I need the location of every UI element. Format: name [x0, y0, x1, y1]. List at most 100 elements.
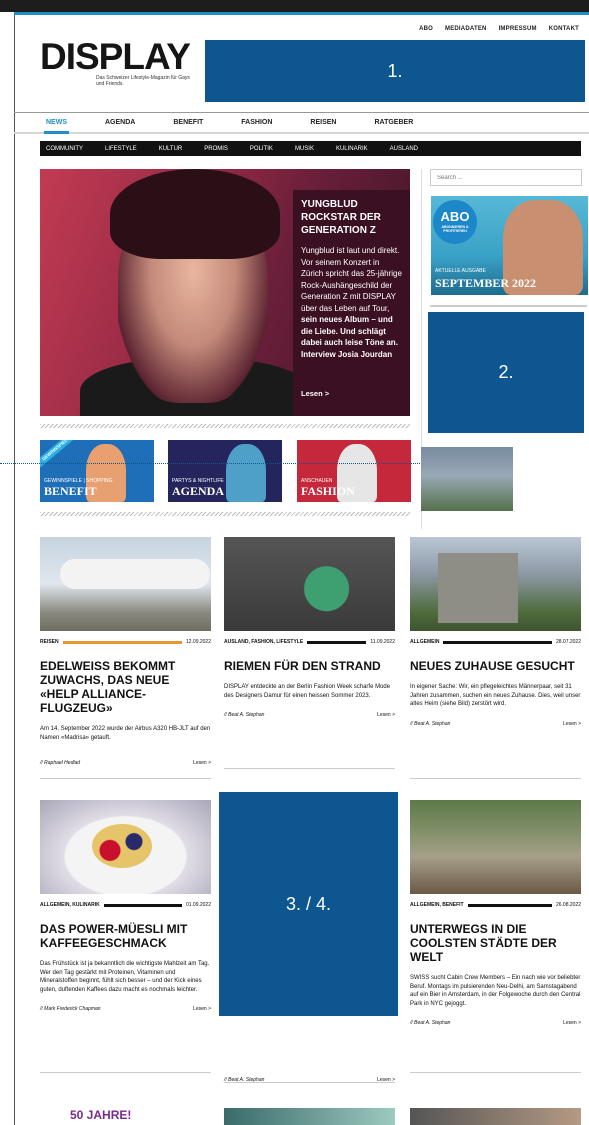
left-rule — [14, 15, 15, 1125]
sub-nav-kultur[interactable]: KULTUR — [159, 146, 183, 152]
hero-teaser-bold: sein neues Album – und die Liebe. Und sc… — [301, 315, 398, 359]
main-nav-agenda[interactable]: AGENDA — [105, 119, 135, 126]
article-category[interactable]: ALLGEMEIN, KULINARIK — [40, 902, 100, 908]
hero-teaser: Yungblud ist laut und direkt. Vor seinem… — [301, 245, 402, 360]
article-meta: ALLGEMEIN 28.07.2022 — [410, 639, 581, 645]
article-card[interactable]: ALLGEMEIN, KULINARIK 01.09.2022 DAS POWE… — [40, 800, 211, 1012]
house-shape — [438, 553, 518, 623]
muesli-bowl — [92, 824, 152, 868]
read-more-link[interactable]: Lesen > — [193, 1006, 211, 1012]
hero-title[interactable]: YUNGBLUD ROCKSTAR DER GENERATION Z — [301, 198, 402, 237]
article-meta: ALLGEMEIN, KULINARIK 01.09.2022 — [40, 902, 211, 908]
article-category[interactable]: REISEN — [40, 639, 59, 645]
promo-agenda[interactable]: PARTYS & NIGHTLIFE AGENDA — [168, 440, 282, 502]
article-date: 28.07.2022 — [555, 639, 581, 645]
article-title[interactable]: DAS POWER-MÜESLI MIT KAFFEEGESCHMACK — [40, 922, 211, 950]
article-image[interactable] — [224, 537, 395, 631]
sub-nav-kulinarik[interactable]: KULINARIK — [336, 146, 368, 152]
utility-nav: ABO MEDIADATEN IMPRESSUM KONTAKT — [419, 26, 579, 32]
article-image[interactable] — [40, 800, 211, 894]
row-separator — [410, 1072, 581, 1073]
main-nav-reisen[interactable]: REISEN — [310, 119, 336, 126]
utility-link-kontakt[interactable]: KONTAKT — [549, 26, 579, 32]
sub-nav-ausland[interactable]: AUSLAND — [390, 146, 418, 152]
hero-photo-hair — [110, 169, 280, 259]
main-nav-fashion[interactable]: FASHION — [241, 119, 272, 126]
article-title[interactable]: UNTERWEGS IN DIE COOLSTEN STÄDTE DER WEL… — [410, 922, 581, 964]
abo-badge-title: ABO — [440, 209, 470, 224]
sidebar-house-photo[interactable] — [421, 447, 513, 511]
article-title[interactable]: EDELWEISS BEKOMMT ZUWACHS, DAS NEUE «HEL… — [40, 659, 211, 715]
article-meta: REISEN 12.09.2022 — [40, 639, 211, 645]
sidebar-divider — [430, 305, 587, 307]
article-date: 12.09.2022 — [185, 639, 211, 645]
article-category[interactable]: ALLGEMEIN, BENEFIT — [410, 902, 464, 908]
promo-fashion[interactable]: ANSCHAUEN FASHION — [297, 440, 411, 502]
article-card[interactable]: ALLGEMEIN, BENEFIT 26.08.2022 UNTERWEGS … — [410, 800, 581, 1026]
utility-link-impressum[interactable]: IMPRESSUM — [499, 26, 537, 32]
article-image[interactable] — [410, 800, 581, 894]
read-more-link[interactable]: Lesen > — [563, 721, 581, 727]
article-author: // Beat A. Stephan — [410, 1020, 451, 1027]
article-excerpt: DISPLAY entdeckte an der Berlin Fashion … — [224, 684, 391, 699]
read-more-link[interactable]: Lesen > — [377, 712, 395, 718]
sub-nav-musik[interactable]: MUSIK — [295, 146, 314, 152]
main-nav-benefit[interactable]: BENEFIT — [173, 119, 203, 126]
utility-link-abo[interactable]: ABO — [419, 26, 433, 32]
hero-teaser-plain: Yungblud ist laut und direkt. Vor seinem… — [301, 246, 402, 313]
row-separator — [224, 1082, 395, 1083]
article-meta: ALLGEMEIN, BENEFIT 26.08.2022 — [410, 902, 581, 908]
article-title[interactable]: RIEMEN FÜR DEN STRAND — [224, 659, 395, 673]
promo-agenda-figure — [226, 444, 266, 502]
category-bar — [443, 640, 552, 644]
utility-link-mediadaten[interactable]: MEDIADATEN — [445, 26, 487, 32]
read-more-link[interactable]: Lesen > — [563, 1020, 581, 1026]
abo-badge: ABO ABONNIEREN & PROFITIEREN — [433, 200, 477, 244]
article-author: // Beat A. Stephan — [410, 720, 451, 727]
category-bar — [103, 903, 182, 907]
hero-text-box: YUNGBLUD ROCKSTAR DER GENERATION Z Yungb… — [293, 190, 410, 416]
bottom-teaser-image[interactable] — [410, 1108, 581, 1125]
hero-feature[interactable]: YUNGBLUD ROCKSTAR DER GENERATION Z Yungb… — [40, 169, 410, 416]
annotation-box-3-4: 3. / 4. — [219, 792, 398, 1016]
article-meta: AUSLAND, FASHION, LIFESTYLE 11.09.2022 — [224, 639, 395, 645]
sub-nav-politik[interactable]: POLITIK — [250, 146, 273, 152]
promo-fashion-title: FASHION — [301, 484, 355, 498]
bottom-teaser-text[interactable]: 50 JAHRE! — [40, 1108, 211, 1125]
abo-badge-sub: ABONNIEREN & PROFITIEREN — [441, 225, 469, 233]
article-date: 11.09.2022 — [370, 639, 395, 645]
article-footer: // Beat A. Stephan Lesen > — [224, 712, 395, 718]
hero-read-more-link[interactable]: Lesen > — [301, 389, 329, 398]
row-separator — [224, 768, 395, 769]
main-nav-news[interactable]: NEWS — [44, 119, 69, 134]
promo-benefit[interactable]: GEWINNSPIEL GEWINNSPIELE | SHOPPING BENE… — [40, 440, 154, 502]
article-category[interactable]: ALLGEMEIN — [410, 639, 439, 645]
row-separator — [410, 778, 581, 779]
article-footer: // Beat A. Stephan Lesen > — [410, 1020, 581, 1026]
article-card[interactable]: ALLGEMEIN 28.07.2022 NEUES ZUHAUSE GESUC… — [410, 537, 581, 727]
site-tagline: Das Schweizer Lifestyle-Magazin für Gays… — [96, 75, 190, 87]
sub-nav-lifestyle[interactable]: LIFESTYLE — [105, 146, 137, 152]
row-separator — [40, 1072, 211, 1073]
sub-nav-community[interactable]: COMMUNITY — [46, 146, 83, 152]
article-excerpt: Am 14. September 2022 wurde der Airbus A… — [40, 726, 211, 741]
bottom-teaser-image[interactable] — [224, 1108, 395, 1125]
annotation-dotted-line — [0, 463, 420, 464]
category-bar — [467, 903, 552, 907]
sub-nav-promis[interactable]: PROMIS — [204, 146, 228, 152]
main-nav-ratgeber[interactable]: RATGEBER — [374, 119, 413, 126]
article-footer: // Beat A. Stephan Lesen > — [410, 721, 581, 727]
promo-benefit-ribbon: GEWINNSPIEL — [40, 440, 77, 470]
article-title[interactable]: NEUES ZUHAUSE GESUCHT — [410, 659, 581, 673]
read-more-link[interactable]: Lesen > — [193, 760, 211, 766]
search-input[interactable] — [430, 169, 582, 186]
site-logo[interactable]: DISPLAY — [40, 38, 191, 75]
article-image[interactable] — [410, 537, 581, 631]
abo-banner[interactable]: ABO ABONNIEREN & PROFITIEREN AKTUELLE AU… — [431, 196, 588, 295]
article-card[interactable]: AUSLAND, FASHION, LIFESTYLE 11.09.2022 R… — [224, 537, 395, 718]
top-bar — [0, 0, 589, 12]
article-image[interactable] — [40, 537, 211, 631]
article-category[interactable]: AUSLAND, FASHION, LIFESTYLE — [224, 639, 303, 645]
article-card[interactable]: REISEN 12.09.2022 EDELWEISS BEKOMMT ZUWA… — [40, 537, 211, 766]
divider-zigzag — [40, 424, 410, 428]
